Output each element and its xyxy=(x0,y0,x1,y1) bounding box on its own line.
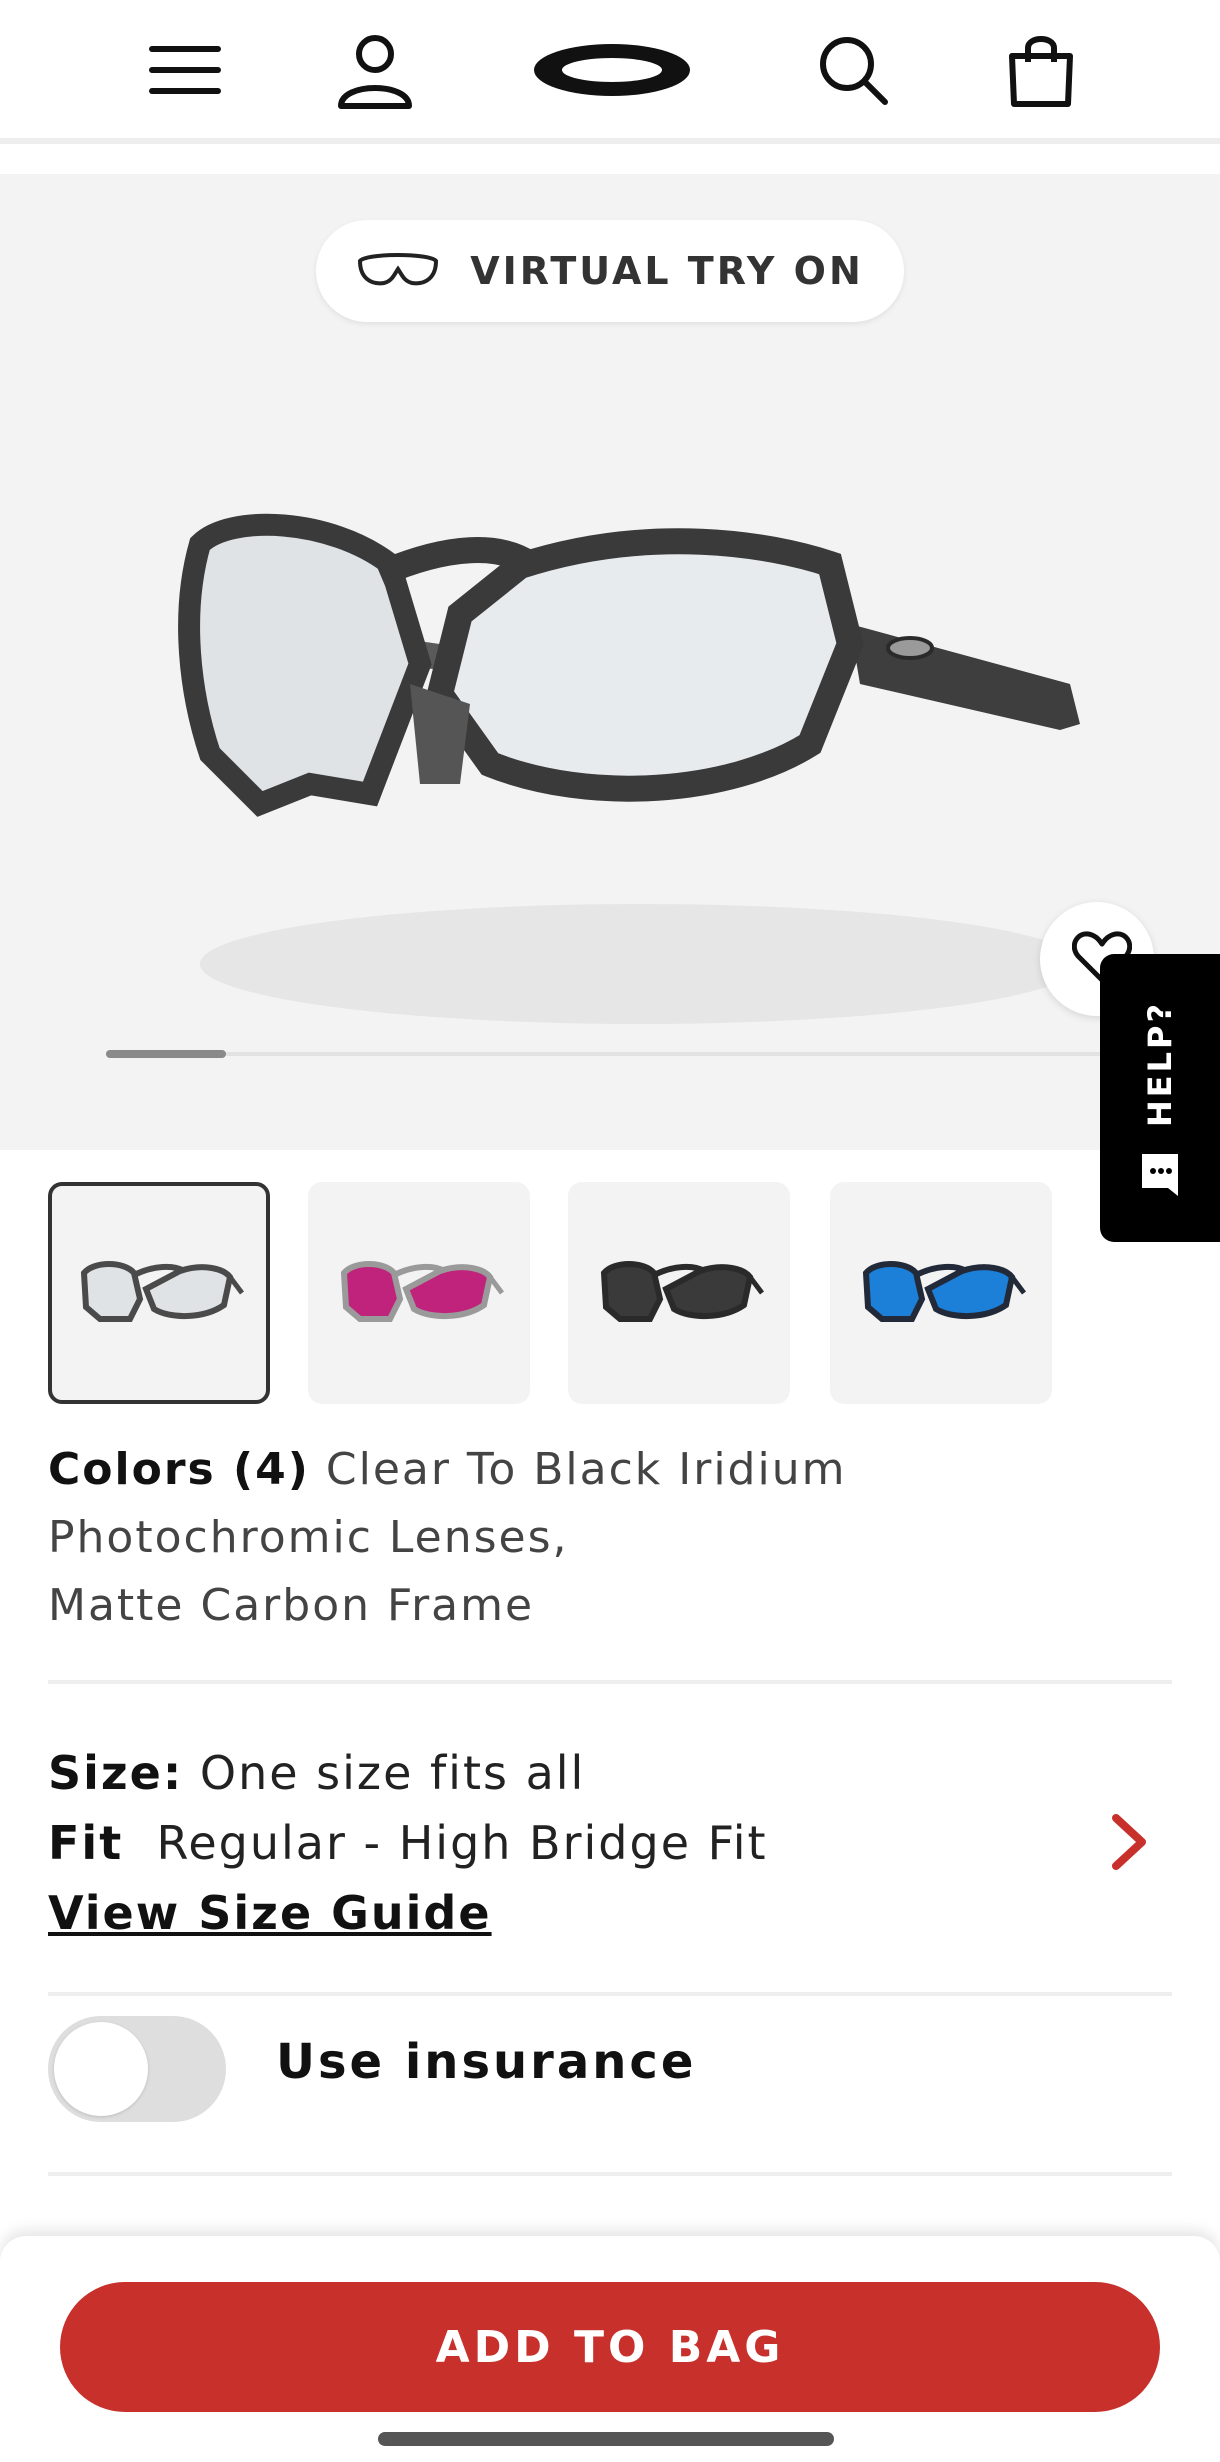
thumbnail-glasses-image xyxy=(862,1261,1026,1322)
thumbnail-glasses-image xyxy=(80,1261,244,1322)
top-navigation-bar xyxy=(0,0,1220,138)
color-name-line3: Matte Carbon Frame xyxy=(48,1580,535,1631)
fit-value: Regular - High Bridge Fit xyxy=(156,1816,768,1870)
view-size-guide-link[interactable]: View Size Guide xyxy=(48,1878,492,1948)
home-indicator xyxy=(378,2432,834,2446)
thumbnail-glasses-image xyxy=(340,1261,504,1322)
size-fit-section[interactable]: Size: One size fits all Fit Regular - Hi… xyxy=(48,1738,1048,1948)
header-divider xyxy=(0,138,1220,144)
virtual-try-on-button[interactable]: VIRTUAL TRY ON xyxy=(316,220,904,322)
fit-label: Fit xyxy=(48,1816,124,1870)
section-divider xyxy=(48,2172,1172,2176)
account-icon[interactable] xyxy=(330,30,420,110)
colors-count-label: Colors (4) xyxy=(48,1444,310,1495)
virtual-try-on-label: VIRTUAL TRY ON xyxy=(470,249,864,293)
color-description: Colors (4) Clear To Black Iridium Photoc… xyxy=(48,1436,948,1640)
color-thumbnail-3[interactable] xyxy=(568,1182,790,1404)
help-chat-tab[interactable]: HELP? xyxy=(1100,954,1220,1242)
use-insurance-label: Use insurance xyxy=(276,2034,697,2090)
product-image-gallery[interactable]: VIRTUAL TRY ON xyxy=(0,174,1220,1150)
toggle-knob xyxy=(54,2022,148,2116)
gallery-progress-track xyxy=(106,1050,1196,1058)
color-name-line1: Clear To Black Iridium xyxy=(325,1444,847,1495)
color-thumbnail-2[interactable] xyxy=(308,1182,530,1404)
color-thumbnail-1[interactable] xyxy=(48,1182,270,1404)
add-to-bag-button[interactable]: ADD TO BAG xyxy=(60,2282,1160,2412)
color-thumbnail-4[interactable] xyxy=(830,1182,1052,1404)
gallery-progress-indicator xyxy=(106,1050,226,1058)
section-divider xyxy=(48,1992,1172,1996)
chevron-right-icon[interactable] xyxy=(1104,1812,1154,1872)
bottom-action-bar: ADD TO BAG xyxy=(0,2236,1220,2462)
glasses-outline-icon xyxy=(356,249,440,293)
section-divider xyxy=(48,1680,1172,1684)
brand-logo[interactable] xyxy=(530,30,694,110)
use-insurance-toggle[interactable] xyxy=(48,2016,226,2122)
size-value: One size fits all xyxy=(199,1746,586,1800)
help-label: HELP? xyxy=(1141,1000,1179,1128)
size-label: Size: xyxy=(48,1746,184,1800)
thumbnail-glasses-image xyxy=(600,1261,764,1322)
search-icon[interactable] xyxy=(808,30,898,110)
product-main-image xyxy=(170,494,1110,1054)
bag-icon[interactable] xyxy=(996,30,1086,110)
menu-icon[interactable] xyxy=(140,30,230,110)
chat-bubble-icon xyxy=(1140,1152,1180,1202)
color-name-line2: Photochromic Lenses, xyxy=(48,1512,569,1563)
